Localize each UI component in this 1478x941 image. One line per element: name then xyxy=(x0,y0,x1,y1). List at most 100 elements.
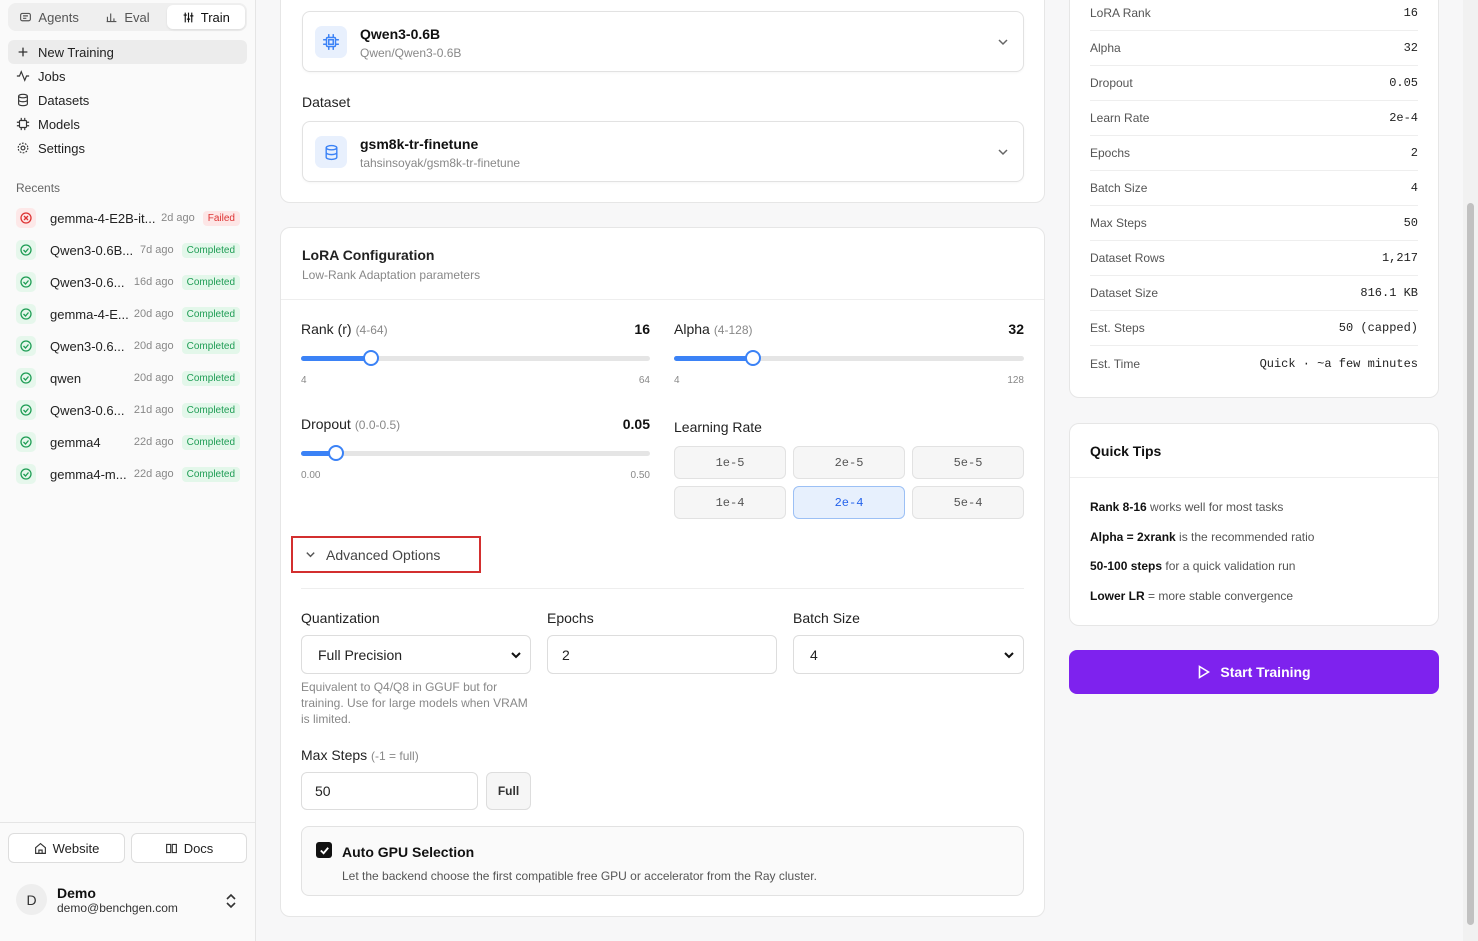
summary-value: 4 xyxy=(1410,181,1418,195)
sidebar: Agents Eval Train New Training Jobs Data… xyxy=(0,0,256,941)
website-label: Website xyxy=(52,840,100,856)
chat-icon xyxy=(20,12,32,21)
rank-value: 16 xyxy=(634,321,650,337)
recent-item[interactable]: qwen 20d ago Completed xyxy=(16,362,240,394)
epochs-input[interactable]: 2 xyxy=(547,635,777,674)
check-circle-icon xyxy=(16,368,36,388)
recent-item-name: qwen xyxy=(50,370,82,386)
summary-value: 32 xyxy=(1403,41,1418,55)
page-scrollbar[interactable] xyxy=(1463,0,1478,941)
rank-slider[interactable] xyxy=(301,350,650,366)
nav-label: Models xyxy=(38,116,80,132)
recent-item-time: 22d ago xyxy=(133,468,174,480)
dropout-slider-handle[interactable] xyxy=(327,445,344,461)
tip-emphasis: Alpha = 2xrank xyxy=(1090,529,1176,544)
chevron-down-icon xyxy=(1004,652,1014,659)
summary-key: Est. Time xyxy=(1090,356,1141,371)
quantization-select[interactable]: Full Precision xyxy=(301,635,531,674)
status-badge: Completed xyxy=(181,370,240,386)
quick-tips-title: Quick Tips xyxy=(1090,443,1162,459)
docs-button[interactable]: Docs xyxy=(131,833,247,863)
batch-size-select[interactable]: 4 xyxy=(793,635,1024,674)
nav-jobs[interactable]: Jobs xyxy=(8,64,247,88)
summary-key: Max Steps xyxy=(1090,216,1147,230)
alpha-slider-fill xyxy=(674,356,754,361)
alpha-slider-handle[interactable] xyxy=(745,350,762,366)
chevron-up-down-icon[interactable] xyxy=(225,893,237,909)
recent-item[interactable]: gemma-4-E... 20d ago Completed xyxy=(16,298,240,330)
nav-settings[interactable]: Settings xyxy=(8,136,247,160)
user-menu[interactable]: D Demo demo@benchgen.com xyxy=(16,884,178,915)
chevron-down-icon xyxy=(998,149,1008,156)
dropout-label-text: Dropout xyxy=(301,416,351,432)
check-circle-icon xyxy=(16,272,36,292)
rank-slider-handle[interactable] xyxy=(362,350,379,366)
lora-subtitle: Low-Rank Adaptation parameters xyxy=(302,268,481,282)
sidebar-footer: Website Docs xyxy=(0,822,256,863)
recent-item[interactable]: gemma-4-E2B-it... 2d ago Failed xyxy=(16,202,240,234)
recent-item-name: Qwen3-0.6B... xyxy=(50,242,134,258)
learning-rate-option[interactable]: 1e-4 xyxy=(674,486,786,519)
dropout-slider[interactable] xyxy=(301,445,650,461)
recent-item-name: Qwen3-0.6... xyxy=(50,402,125,418)
sliders-icon xyxy=(183,12,194,22)
model-path: Qwen/Qwen3-0.6B xyxy=(360,46,462,60)
nav-label: Datasets xyxy=(38,92,90,108)
recent-item-time: 20d ago xyxy=(133,372,174,384)
dropout-min: 0.00 xyxy=(301,470,321,481)
recent-item-name: gemma-4-E... xyxy=(50,306,129,322)
max-steps-input[interactable]: 50 xyxy=(301,772,478,810)
divider xyxy=(301,588,1024,589)
learning-rate-option[interactable]: 5e-4 xyxy=(912,486,1024,519)
tab-agents[interactable]: Agents xyxy=(10,5,88,29)
learning-rate-option[interactable]: 1e-5 xyxy=(674,446,786,479)
max-steps-full-button[interactable]: Full xyxy=(486,772,531,810)
summary-key: Est. Steps xyxy=(1090,321,1145,335)
recent-item-time: 20d ago xyxy=(133,308,174,320)
alpha-max: 128 xyxy=(1007,375,1024,386)
dataset-select[interactable]: gsm8k-tr-finetune tahsinsoyak/gsm8k-tr-f… xyxy=(302,121,1024,182)
learning-rate-option[interactable]: 2e-5 xyxy=(793,446,905,479)
tab-eval[interactable]: Eval xyxy=(88,5,166,29)
recent-item[interactable]: Qwen3-0.6... 16d ago Completed xyxy=(16,266,240,298)
summary-value: 816.1 KB xyxy=(1360,286,1418,300)
learning-rate-option[interactable]: 2e-4 xyxy=(793,486,905,519)
rank-label: Rank (r) (4-64) xyxy=(301,321,388,337)
start-training-button[interactable]: Start Training xyxy=(1069,650,1439,694)
advanced-options-label: Advanced Options xyxy=(326,546,441,563)
advanced-options-toggle[interactable]: Advanced Options xyxy=(291,536,481,573)
alpha-slider[interactable] xyxy=(674,350,1024,366)
recent-item[interactable]: Qwen3-0.6... 20d ago Completed xyxy=(16,330,240,362)
nav-datasets[interactable]: Datasets xyxy=(8,88,247,112)
recent-item-name: gemma4 xyxy=(50,434,101,450)
cpu-icon xyxy=(315,26,347,58)
nav-models[interactable]: Models xyxy=(8,112,247,136)
summary-card: LoRA Rank 16 Alpha 32 Dropout 0.05 Learn Rate 2… xyxy=(1069,0,1439,398)
recent-item[interactable]: Qwen3-0.6... 21d ago Completed xyxy=(16,394,240,426)
recent-item[interactable]: Qwen3-0.6B... 7d ago Completed xyxy=(16,234,240,266)
recent-item[interactable]: gemma4-m... 22d ago Completed xyxy=(16,458,240,490)
summary-value: 0.05 xyxy=(1389,76,1418,90)
nav-label: New Training xyxy=(38,44,114,60)
dataset-name: gsm8k-tr-finetune xyxy=(360,136,479,152)
recent-item-time: 22d ago xyxy=(133,436,174,448)
tip-text: = more stable convergence xyxy=(1144,588,1294,603)
recent-item-time: 16d ago xyxy=(133,276,174,288)
user-name: Demo xyxy=(57,884,96,901)
model-select[interactable]: Qwen3-0.6B Qwen/Qwen3-0.6B xyxy=(302,11,1024,72)
summary-key: Epochs xyxy=(1090,146,1131,160)
auto-gpu-checkbox[interactable] xyxy=(316,842,332,858)
avatar: D xyxy=(16,884,47,915)
status-badge: Completed xyxy=(181,242,240,258)
learning-rate-option[interactable]: 5e-5 xyxy=(912,446,1024,479)
status-badge: Failed xyxy=(202,210,240,226)
website-button[interactable]: Website xyxy=(8,833,125,863)
tip-text: is the recommended ratio xyxy=(1175,529,1315,544)
status-badge: Completed xyxy=(181,274,240,290)
nav-new-training[interactable]: New Training xyxy=(8,40,247,64)
tab-train[interactable]: Train xyxy=(166,5,245,29)
rank-max: 64 xyxy=(638,375,650,386)
scrollbar-thumb[interactable] xyxy=(1467,203,1474,925)
chevron-down-icon xyxy=(306,552,315,558)
recent-item[interactable]: gemma4 22d ago Completed xyxy=(16,426,240,458)
